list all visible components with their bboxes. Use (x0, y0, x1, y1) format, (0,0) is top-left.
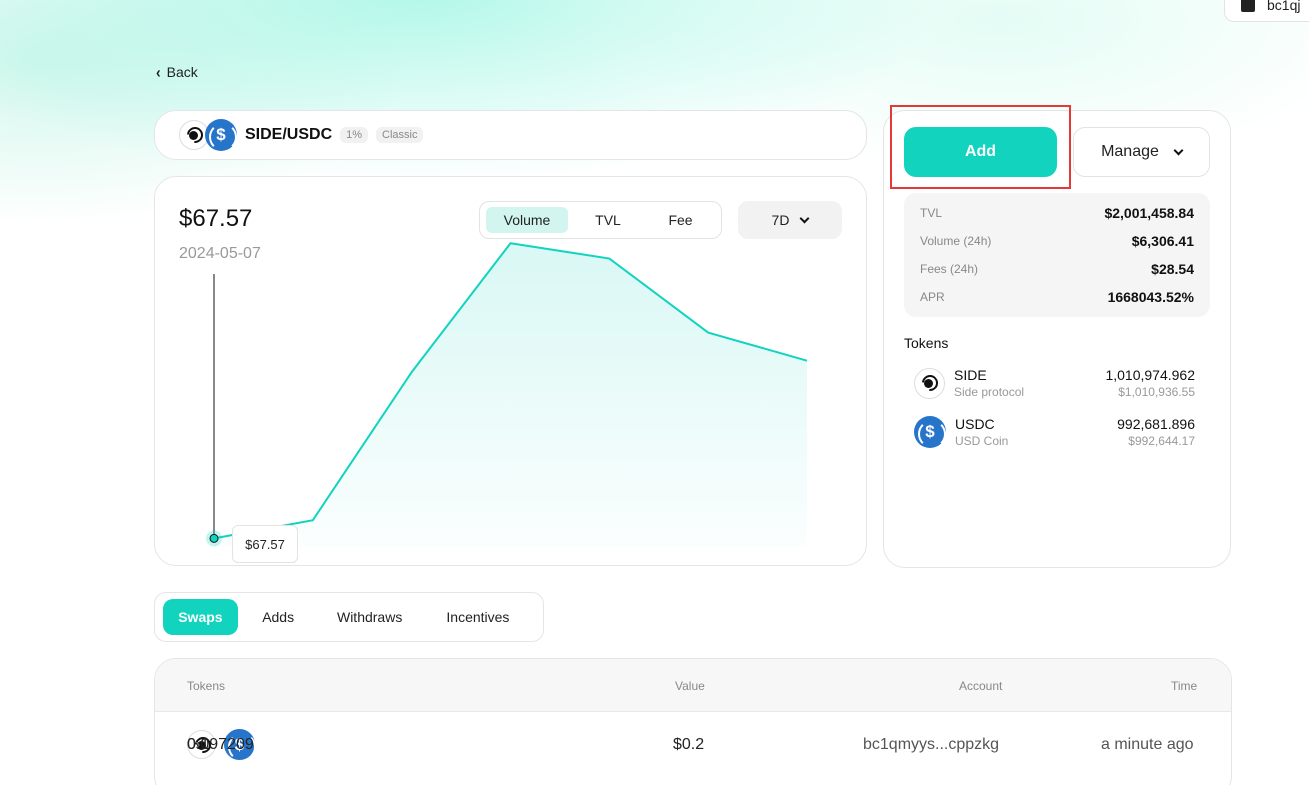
column-header-time: Time (1171, 679, 1198, 693)
stat-value: 1668043.52% (1107, 289, 1194, 305)
stat-row-volume: Volume (24h) $6,306.41 (920, 227, 1194, 255)
pool-stats: TVL $2,001,458.84 Volume (24h) $6,306.41… (904, 193, 1210, 317)
highlight-annotation (890, 105, 1071, 189)
token-amount: 1,010,974.962 (1105, 367, 1195, 383)
token-amount: 992,681.896 (1117, 416, 1195, 432)
manage-dropdown-button[interactable]: Manage (1073, 127, 1210, 177)
wallet-address: bc1qj (1267, 0, 1301, 13)
chart-point[interactable] (209, 533, 219, 543)
stat-value: $28.54 (1151, 261, 1194, 277)
stat-value: $2,001,458.84 (1104, 205, 1194, 221)
stat-label: Volume (24h) (920, 234, 992, 248)
usdc-token-icon: $ (914, 416, 946, 448)
column-header-tokens: Tokens (187, 679, 226, 693)
back-link[interactable]: ‹ Back (156, 62, 198, 82)
stat-row-tvl: TVL $2,001,458.84 (920, 199, 1194, 227)
token-symbol: USDC (955, 416, 995, 432)
token-name: USD Coin (955, 434, 1009, 448)
chart-area-fill (214, 243, 807, 547)
swap-value: $0.2 (673, 736, 705, 753)
tab-incentives[interactable]: Incentives (421, 599, 535, 635)
activity-tabs: Swaps Adds Withdraws Incentives (154, 592, 544, 642)
tab-withdraws[interactable]: Withdraws (319, 599, 421, 635)
manage-label: Manage (1101, 143, 1159, 160)
tab-swaps[interactable]: Swaps (163, 599, 238, 635)
activity-table: Tokens Value Account Time 0.1 › $ 0.0972… (154, 658, 1232, 785)
chevron-down-icon (1173, 145, 1184, 155)
token-row-usdc: $ USDC USD Coin 992,681.896 $992,644.17 (914, 414, 1195, 450)
wallet-icon (1241, 0, 1255, 12)
pair-token-icons: $ (179, 119, 237, 151)
token-usd-value: $992,644.17 (1128, 434, 1195, 448)
token-usd-value: $1,010,936.55 (1118, 385, 1195, 399)
token-row-side: SIDE Side protocol 1,010,974.962 $1,010,… (914, 365, 1195, 401)
pool-type-badge: Classic (376, 127, 424, 143)
volume-chart[interactable] (154, 176, 867, 566)
stat-label: TVL (920, 206, 943, 220)
chart-tooltip: $67.57 (232, 525, 298, 563)
stat-row-fees: Fees (24h) $28.54 (920, 255, 1194, 283)
swap-account[interactable]: bc1qmyys...cppzkg (863, 736, 999, 754)
back-label: Back (166, 64, 198, 80)
table-row[interactable]: 0.1 › $ 0.097209 $0.2 bc1qmyys...cppzkg … (155, 712, 1231, 778)
side-token-icon (914, 367, 945, 399)
fee-tier-badge: 1% (340, 127, 369, 143)
chevron-left-icon: ‹ (156, 63, 161, 81)
wallet-chip[interactable]: bc1qj (1224, 0, 1309, 22)
stat-row-apr: APR 1668043.52% (920, 283, 1194, 311)
token-symbol: SIDE (954, 367, 987, 383)
column-header-account: Account (959, 679, 1003, 693)
tab-adds[interactable]: Adds (238, 599, 319, 635)
tokens-heading: Tokens (904, 335, 949, 351)
stat-label: APR (920, 290, 945, 304)
column-header-value: Value (675, 679, 705, 693)
swap-time: a minute ago (1101, 736, 1194, 753)
usdc-token-icon: $ (205, 119, 237, 151)
swap-tokens-cell: 0.1 › $ 0.097209 (187, 729, 256, 761)
table-header: Tokens Value Account Time (155, 659, 1231, 712)
token-name: Side protocol (954, 385, 1025, 399)
stat-label: Fees (24h) (920, 262, 979, 276)
pair-header: $ SIDE/USDC 1% Classic (154, 110, 867, 160)
stat-value: $6,306.41 (1131, 233, 1194, 249)
pair-name: SIDE/USDC (245, 126, 333, 143)
swap-to-amount: 0.097209 (187, 735, 254, 753)
